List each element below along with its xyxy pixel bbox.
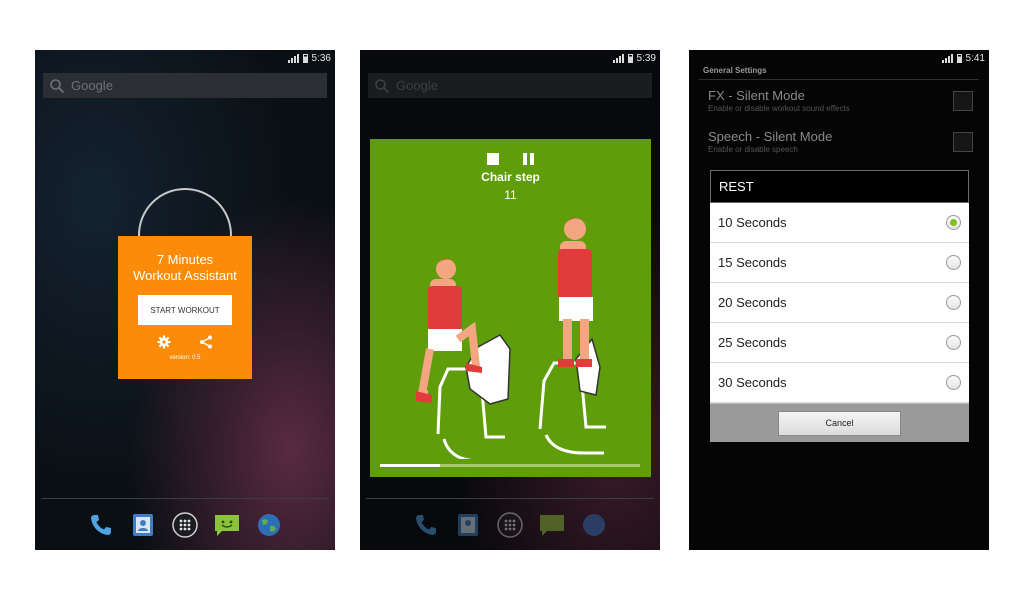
workout-progress-fill bbox=[380, 464, 440, 467]
chair-step-illustration bbox=[416, 217, 606, 459]
option-label: 20 Seconds bbox=[718, 295, 787, 310]
status-bar: 5:39 bbox=[360, 50, 660, 66]
pref-fx-silent[interactable]: FX - Silent Mode Enable or disable worko… bbox=[708, 88, 973, 113]
signal-icon bbox=[287, 53, 299, 63]
messaging-icon[interactable] bbox=[213, 511, 241, 539]
option-label: 15 Seconds bbox=[718, 255, 787, 270]
option-label: 10 Seconds bbox=[718, 215, 787, 230]
version-label: version: 0.5 bbox=[169, 355, 201, 361]
apps-icon[interactable] bbox=[171, 511, 199, 539]
pref-title: Speech - Silent Mode bbox=[708, 129, 833, 144]
dock bbox=[35, 505, 335, 545]
dialog-title: REST bbox=[710, 170, 969, 203]
battery-icon bbox=[302, 53, 308, 63]
option-label: 25 Seconds bbox=[718, 335, 787, 350]
pref-title: FX - Silent Mode bbox=[708, 88, 805, 103]
pref-summary: Enable or disable speech bbox=[708, 145, 798, 154]
status-time: 5:36 bbox=[311, 52, 331, 64]
pref-checkbox[interactable] bbox=[953, 132, 973, 152]
stop-icon[interactable] bbox=[486, 153, 499, 165]
contacts-icon[interactable] bbox=[454, 511, 482, 539]
radio-button[interactable] bbox=[946, 255, 961, 270]
contacts-icon[interactable] bbox=[129, 511, 157, 539]
dialog-footer: Cancel bbox=[710, 403, 969, 442]
radio-button[interactable] bbox=[946, 295, 961, 310]
section-divider bbox=[699, 79, 979, 80]
settings-screen: 5:41 General Settings FX - Silent Mode E… bbox=[689, 50, 989, 550]
pref-speech-silent[interactable]: Speech - Silent Mode Enable or disable s… bbox=[708, 129, 973, 154]
battery-icon bbox=[956, 53, 962, 63]
search-label: Google bbox=[396, 78, 438, 93]
section-header: General Settings bbox=[703, 66, 767, 75]
pref-summary: Enable or disable workout sound effects bbox=[708, 104, 850, 113]
rest-option[interactable]: 10 Seconds bbox=[710, 203, 969, 243]
status-time: 5:41 bbox=[965, 52, 985, 64]
widget-title: 7 Minutes Workout Assistant bbox=[118, 252, 252, 284]
rest-option[interactable]: 20 Seconds bbox=[710, 283, 969, 323]
browser-icon[interactable] bbox=[255, 511, 283, 539]
start-workout-button[interactable]: START WORKOUT bbox=[138, 295, 232, 325]
radio-button[interactable] bbox=[946, 375, 961, 390]
cancel-button[interactable]: Cancel bbox=[778, 410, 901, 436]
figure-on-chair bbox=[538, 217, 606, 455]
radio-button[interactable] bbox=[946, 335, 961, 350]
battery-icon bbox=[627, 53, 633, 63]
status-bar: 5:36 bbox=[35, 50, 335, 66]
search-icon bbox=[375, 78, 390, 93]
pref-checkbox[interactable] bbox=[953, 91, 973, 111]
browser-icon[interactable] bbox=[580, 511, 608, 539]
option-label: 30 Seconds bbox=[718, 375, 787, 390]
signal-icon bbox=[941, 53, 953, 63]
workout-card: Chair step 11 bbox=[370, 139, 651, 477]
exercise-name: Chair step bbox=[481, 170, 540, 184]
apps-icon[interactable] bbox=[496, 511, 524, 539]
settings-gear-icon[interactable] bbox=[157, 335, 171, 349]
radio-button[interactable] bbox=[946, 215, 961, 230]
search-icon bbox=[50, 78, 65, 93]
widget-title-line2: Workout Assistant bbox=[133, 268, 237, 283]
share-icon[interactable] bbox=[199, 335, 213, 349]
status-time: 5:39 bbox=[636, 52, 656, 64]
messaging-icon[interactable] bbox=[538, 511, 566, 539]
rest-dialog: REST 10 Seconds 15 Seconds 20 Seconds 25… bbox=[710, 170, 969, 446]
signal-icon bbox=[612, 53, 624, 63]
home-screen: 5:36 Google 7 Minutes Workout Assistant … bbox=[35, 50, 335, 550]
radio-selected-dot bbox=[950, 219, 957, 226]
phone-icon[interactable] bbox=[87, 511, 115, 539]
google-search-bar[interactable]: Google bbox=[43, 73, 327, 98]
workout-progress-bar bbox=[380, 464, 640, 467]
rest-option[interactable]: 15 Seconds bbox=[710, 243, 969, 283]
google-search-bar[interactable]: Google bbox=[368, 73, 652, 98]
workout-screen: 5:39 Google Chair step 11 bbox=[360, 50, 660, 550]
figure-stepping-up bbox=[416, 258, 511, 459]
phone-icon[interactable] bbox=[412, 511, 440, 539]
dock-divider bbox=[366, 498, 654, 499]
dock bbox=[360, 505, 660, 545]
dock-divider bbox=[41, 498, 329, 499]
rest-option[interactable]: 25 Seconds bbox=[710, 323, 969, 363]
workout-widget: 7 Minutes Workout Assistant START WORKOU… bbox=[118, 236, 252, 379]
pause-icon[interactable] bbox=[522, 153, 535, 165]
rest-option[interactable]: 30 Seconds bbox=[710, 363, 969, 403]
widget-title-line1: 7 Minutes bbox=[156, 252, 214, 267]
status-bar: 5:41 bbox=[689, 50, 989, 66]
search-label: Google bbox=[71, 78, 113, 93]
